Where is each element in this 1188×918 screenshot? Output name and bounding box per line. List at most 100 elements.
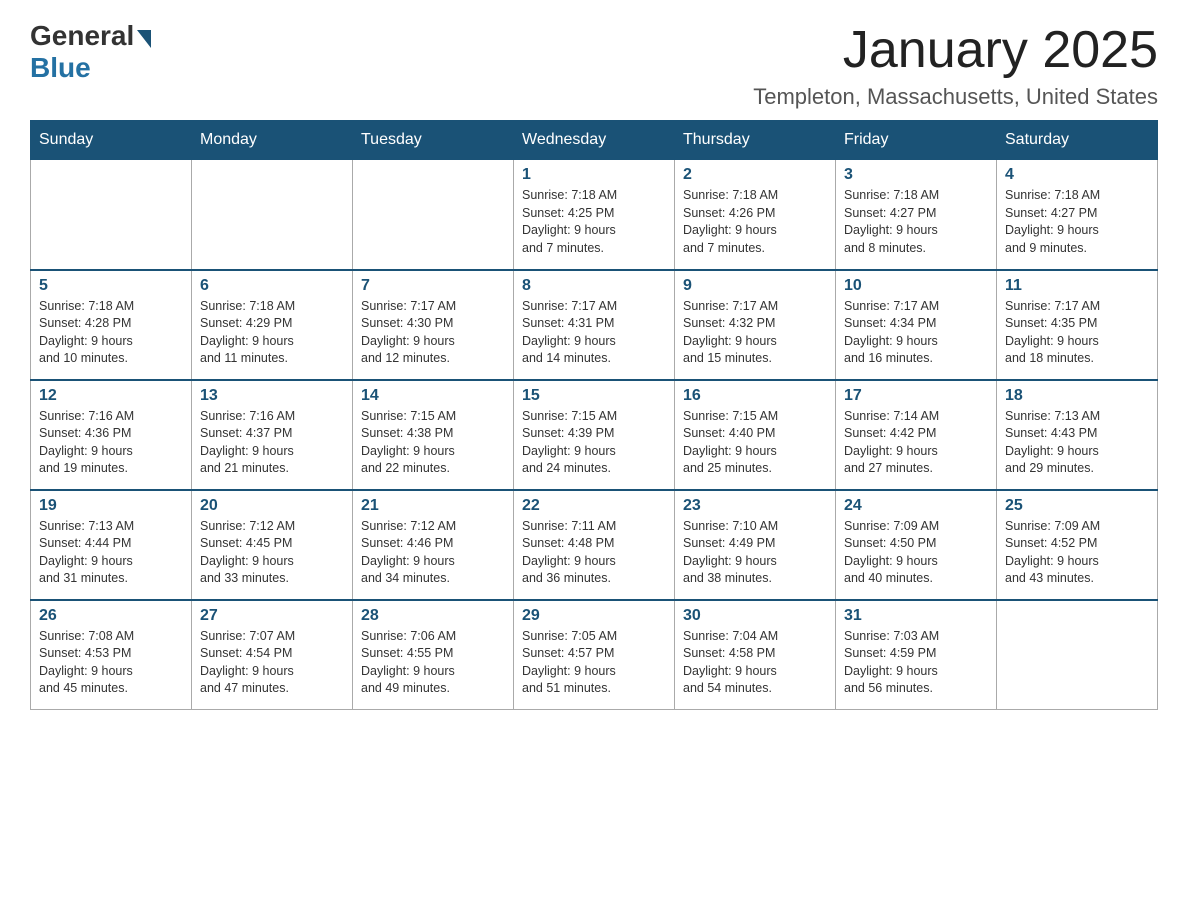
calendar-day-cell: 18 Sunrise: 7:13 AM Sunset: 4:43 PM Dayli… (997, 380, 1158, 490)
day-info: Sunrise: 7:18 AM Sunset: 4:26 PM Dayligh… (683, 187, 827, 257)
calendar-day-cell: 30Sunrise: 7:04 AM Sunset: 4:58 PM Dayli… (675, 600, 836, 710)
calendar-day-cell (997, 600, 1158, 710)
calendar-week-row: 26 Sunrise: 7:08 AM Sunset: 4:53 PM Dayli… (31, 600, 1158, 710)
day-number: 31 (844, 607, 988, 625)
day-info: Sunrise: 7:07 AM Sunset: 4:54 PM Dayligh… (200, 628, 344, 698)
day-number: 11 (1005, 277, 1149, 295)
calendar-day-cell: 14 Sunrise: 7:15 AM Sunset: 4:38 PM Dayli… (353, 380, 514, 490)
day-number: 10 (844, 277, 988, 295)
day-number: 28 (361, 607, 505, 625)
day-number: 3 (844, 166, 988, 184)
day-info: Sunrise: 7:13 AM Sunset: 4:43 PM Dayligh… (1005, 408, 1149, 478)
day-number: 16 (683, 387, 827, 405)
day-info: Sunrise: 7:09 AM Sunset: 4:50 PM Dayligh… (844, 518, 988, 588)
calendar-day-cell: 15Sunrise: 7:15 AM Sunset: 4:39 PM Dayli… (514, 380, 675, 490)
calendar-day-cell: 31 Sunrise: 7:03 AM Sunset: 4:59 PM Dayli… (836, 600, 997, 710)
calendar-day-cell: 20 Sunrise: 7:12 AM Sunset: 4:45 PM Dayli… (192, 490, 353, 600)
weekday-header-thursday: Thursday (675, 121, 836, 160)
weekday-header-friday: Friday (836, 121, 997, 160)
day-number: 6 (200, 277, 344, 295)
weekday-header-sunday: Sunday (31, 121, 192, 160)
page-header: General Blue January 2025 Templeton, Mas… (30, 20, 1158, 110)
day-info: Sunrise: 7:15 AM Sunset: 4:38 PM Dayligh… (361, 408, 505, 478)
day-number: 18 (1005, 387, 1149, 405)
calendar-day-cell: 25Sunrise: 7:09 AM Sunset: 4:52 PM Dayli… (997, 490, 1158, 600)
day-info: Sunrise: 7:18 AM Sunset: 4:29 PM Dayligh… (200, 298, 344, 368)
day-info: Sunrise: 7:17 AM Sunset: 4:35 PM Dayligh… (1005, 298, 1149, 368)
day-info: Sunrise: 7:18 AM Sunset: 4:28 PM Dayligh… (39, 298, 183, 368)
calendar-day-cell: 10 Sunrise: 7:17 AM Sunset: 4:34 PM Dayli… (836, 270, 997, 380)
logo-general-text: General (30, 20, 134, 52)
day-info: Sunrise: 7:16 AM Sunset: 4:36 PM Dayligh… (39, 408, 183, 478)
calendar-header-row: SundayMondayTuesdayWednesdayThursdayFrid… (31, 121, 1158, 160)
day-info: Sunrise: 7:05 AM Sunset: 4:57 PM Dayligh… (522, 628, 666, 698)
day-number: 7 (361, 277, 505, 295)
calendar-day-cell: 16 Sunrise: 7:15 AM Sunset: 4:40 PM Dayli… (675, 380, 836, 490)
day-info: Sunrise: 7:12 AM Sunset: 4:45 PM Dayligh… (200, 518, 344, 588)
logo-blue-text: Blue (30, 52, 91, 84)
calendar-day-cell: 22 Sunrise: 7:11 AM Sunset: 4:48 PM Dayli… (514, 490, 675, 600)
day-number: 14 (361, 387, 505, 405)
day-number: 1 (522, 166, 666, 184)
day-number: 24 (844, 497, 988, 515)
day-number: 17 (844, 387, 988, 405)
day-number: 20 (200, 497, 344, 515)
day-info: Sunrise: 7:18 AM Sunset: 4:27 PM Dayligh… (844, 187, 988, 257)
weekday-header-tuesday: Tuesday (353, 121, 514, 160)
calendar-day-cell: 28Sunrise: 7:06 AM Sunset: 4:55 PM Dayli… (353, 600, 514, 710)
weekday-header-saturday: Saturday (997, 121, 1158, 160)
calendar-day-cell: 1 Sunrise: 7:18 AM Sunset: 4:25 PM Daylig… (514, 160, 675, 270)
day-number: 27 (200, 607, 344, 625)
day-number: 8 (522, 277, 666, 295)
calendar-day-cell: 2Sunrise: 7:18 AM Sunset: 4:26 PM Daylig… (675, 160, 836, 270)
day-number: 4 (1005, 166, 1149, 184)
location-title: Templeton, Massachusetts, United States (753, 84, 1158, 110)
calendar-day-cell: 23Sunrise: 7:10 AM Sunset: 4:49 PM Dayli… (675, 490, 836, 600)
day-number: 12 (39, 387, 183, 405)
day-number: 22 (522, 497, 666, 515)
calendar-day-cell: 9Sunrise: 7:17 AM Sunset: 4:32 PM Daylig… (675, 270, 836, 380)
logo-arrow-icon (137, 30, 151, 48)
day-number: 23 (683, 497, 827, 515)
day-info: Sunrise: 7:11 AM Sunset: 4:48 PM Dayligh… (522, 518, 666, 588)
calendar-day-cell: 29 Sunrise: 7:05 AM Sunset: 4:57 PM Dayli… (514, 600, 675, 710)
calendar-day-cell: 8 Sunrise: 7:17 AM Sunset: 4:31 PM Daylig… (514, 270, 675, 380)
calendar-day-cell: 24 Sunrise: 7:09 AM Sunset: 4:50 PM Dayli… (836, 490, 997, 600)
calendar-day-cell (31, 160, 192, 270)
calendar-day-cell: 11 Sunrise: 7:17 AM Sunset: 4:35 PM Dayli… (997, 270, 1158, 380)
calendar-week-row: 12 Sunrise: 7:16 AM Sunset: 4:36 PM Dayli… (31, 380, 1158, 490)
calendar-day-cell: 3 Sunrise: 7:18 AM Sunset: 4:27 PM Daylig… (836, 160, 997, 270)
day-number: 19 (39, 497, 183, 515)
calendar-day-cell: 19 Sunrise: 7:13 AM Sunset: 4:44 PM Dayli… (31, 490, 192, 600)
day-info: Sunrise: 7:08 AM Sunset: 4:53 PM Dayligh… (39, 628, 183, 698)
day-info: Sunrise: 7:17 AM Sunset: 4:34 PM Dayligh… (844, 298, 988, 368)
calendar-day-cell: 21 Sunrise: 7:12 AM Sunset: 4:46 PM Dayli… (353, 490, 514, 600)
day-info: Sunrise: 7:18 AM Sunset: 4:27 PM Dayligh… (1005, 187, 1149, 257)
day-number: 29 (522, 607, 666, 625)
day-info: Sunrise: 7:17 AM Sunset: 4:32 PM Dayligh… (683, 298, 827, 368)
day-info: Sunrise: 7:03 AM Sunset: 4:59 PM Dayligh… (844, 628, 988, 698)
day-info: Sunrise: 7:17 AM Sunset: 4:31 PM Dayligh… (522, 298, 666, 368)
month-title: January 2025 (753, 20, 1158, 80)
day-info: Sunrise: 7:18 AM Sunset: 4:25 PM Dayligh… (522, 187, 666, 257)
calendar-day-cell: 13Sunrise: 7:16 AM Sunset: 4:37 PM Dayli… (192, 380, 353, 490)
day-number: 21 (361, 497, 505, 515)
day-info: Sunrise: 7:15 AM Sunset: 4:40 PM Dayligh… (683, 408, 827, 478)
day-number: 26 (39, 607, 183, 625)
day-info: Sunrise: 7:13 AM Sunset: 4:44 PM Dayligh… (39, 518, 183, 588)
calendar-week-row: 1 Sunrise: 7:18 AM Sunset: 4:25 PM Daylig… (31, 160, 1158, 270)
calendar-day-cell: 4 Sunrise: 7:18 AM Sunset: 4:27 PM Daylig… (997, 160, 1158, 270)
day-info: Sunrise: 7:16 AM Sunset: 4:37 PM Dayligh… (200, 408, 344, 478)
logo: General Blue (30, 20, 151, 84)
day-number: 5 (39, 277, 183, 295)
calendar-week-row: 19 Sunrise: 7:13 AM Sunset: 4:44 PM Dayli… (31, 490, 1158, 600)
day-info: Sunrise: 7:12 AM Sunset: 4:46 PM Dayligh… (361, 518, 505, 588)
calendar-day-cell: 12 Sunrise: 7:16 AM Sunset: 4:36 PM Dayli… (31, 380, 192, 490)
title-section: January 2025 Templeton, Massachusetts, U… (753, 20, 1158, 110)
day-info: Sunrise: 7:14 AM Sunset: 4:42 PM Dayligh… (844, 408, 988, 478)
day-number: 30 (683, 607, 827, 625)
day-info: Sunrise: 7:17 AM Sunset: 4:30 PM Dayligh… (361, 298, 505, 368)
calendar-day-cell (353, 160, 514, 270)
day-info: Sunrise: 7:15 AM Sunset: 4:39 PM Dayligh… (522, 408, 666, 478)
calendar-day-cell: 27 Sunrise: 7:07 AM Sunset: 4:54 PM Dayli… (192, 600, 353, 710)
